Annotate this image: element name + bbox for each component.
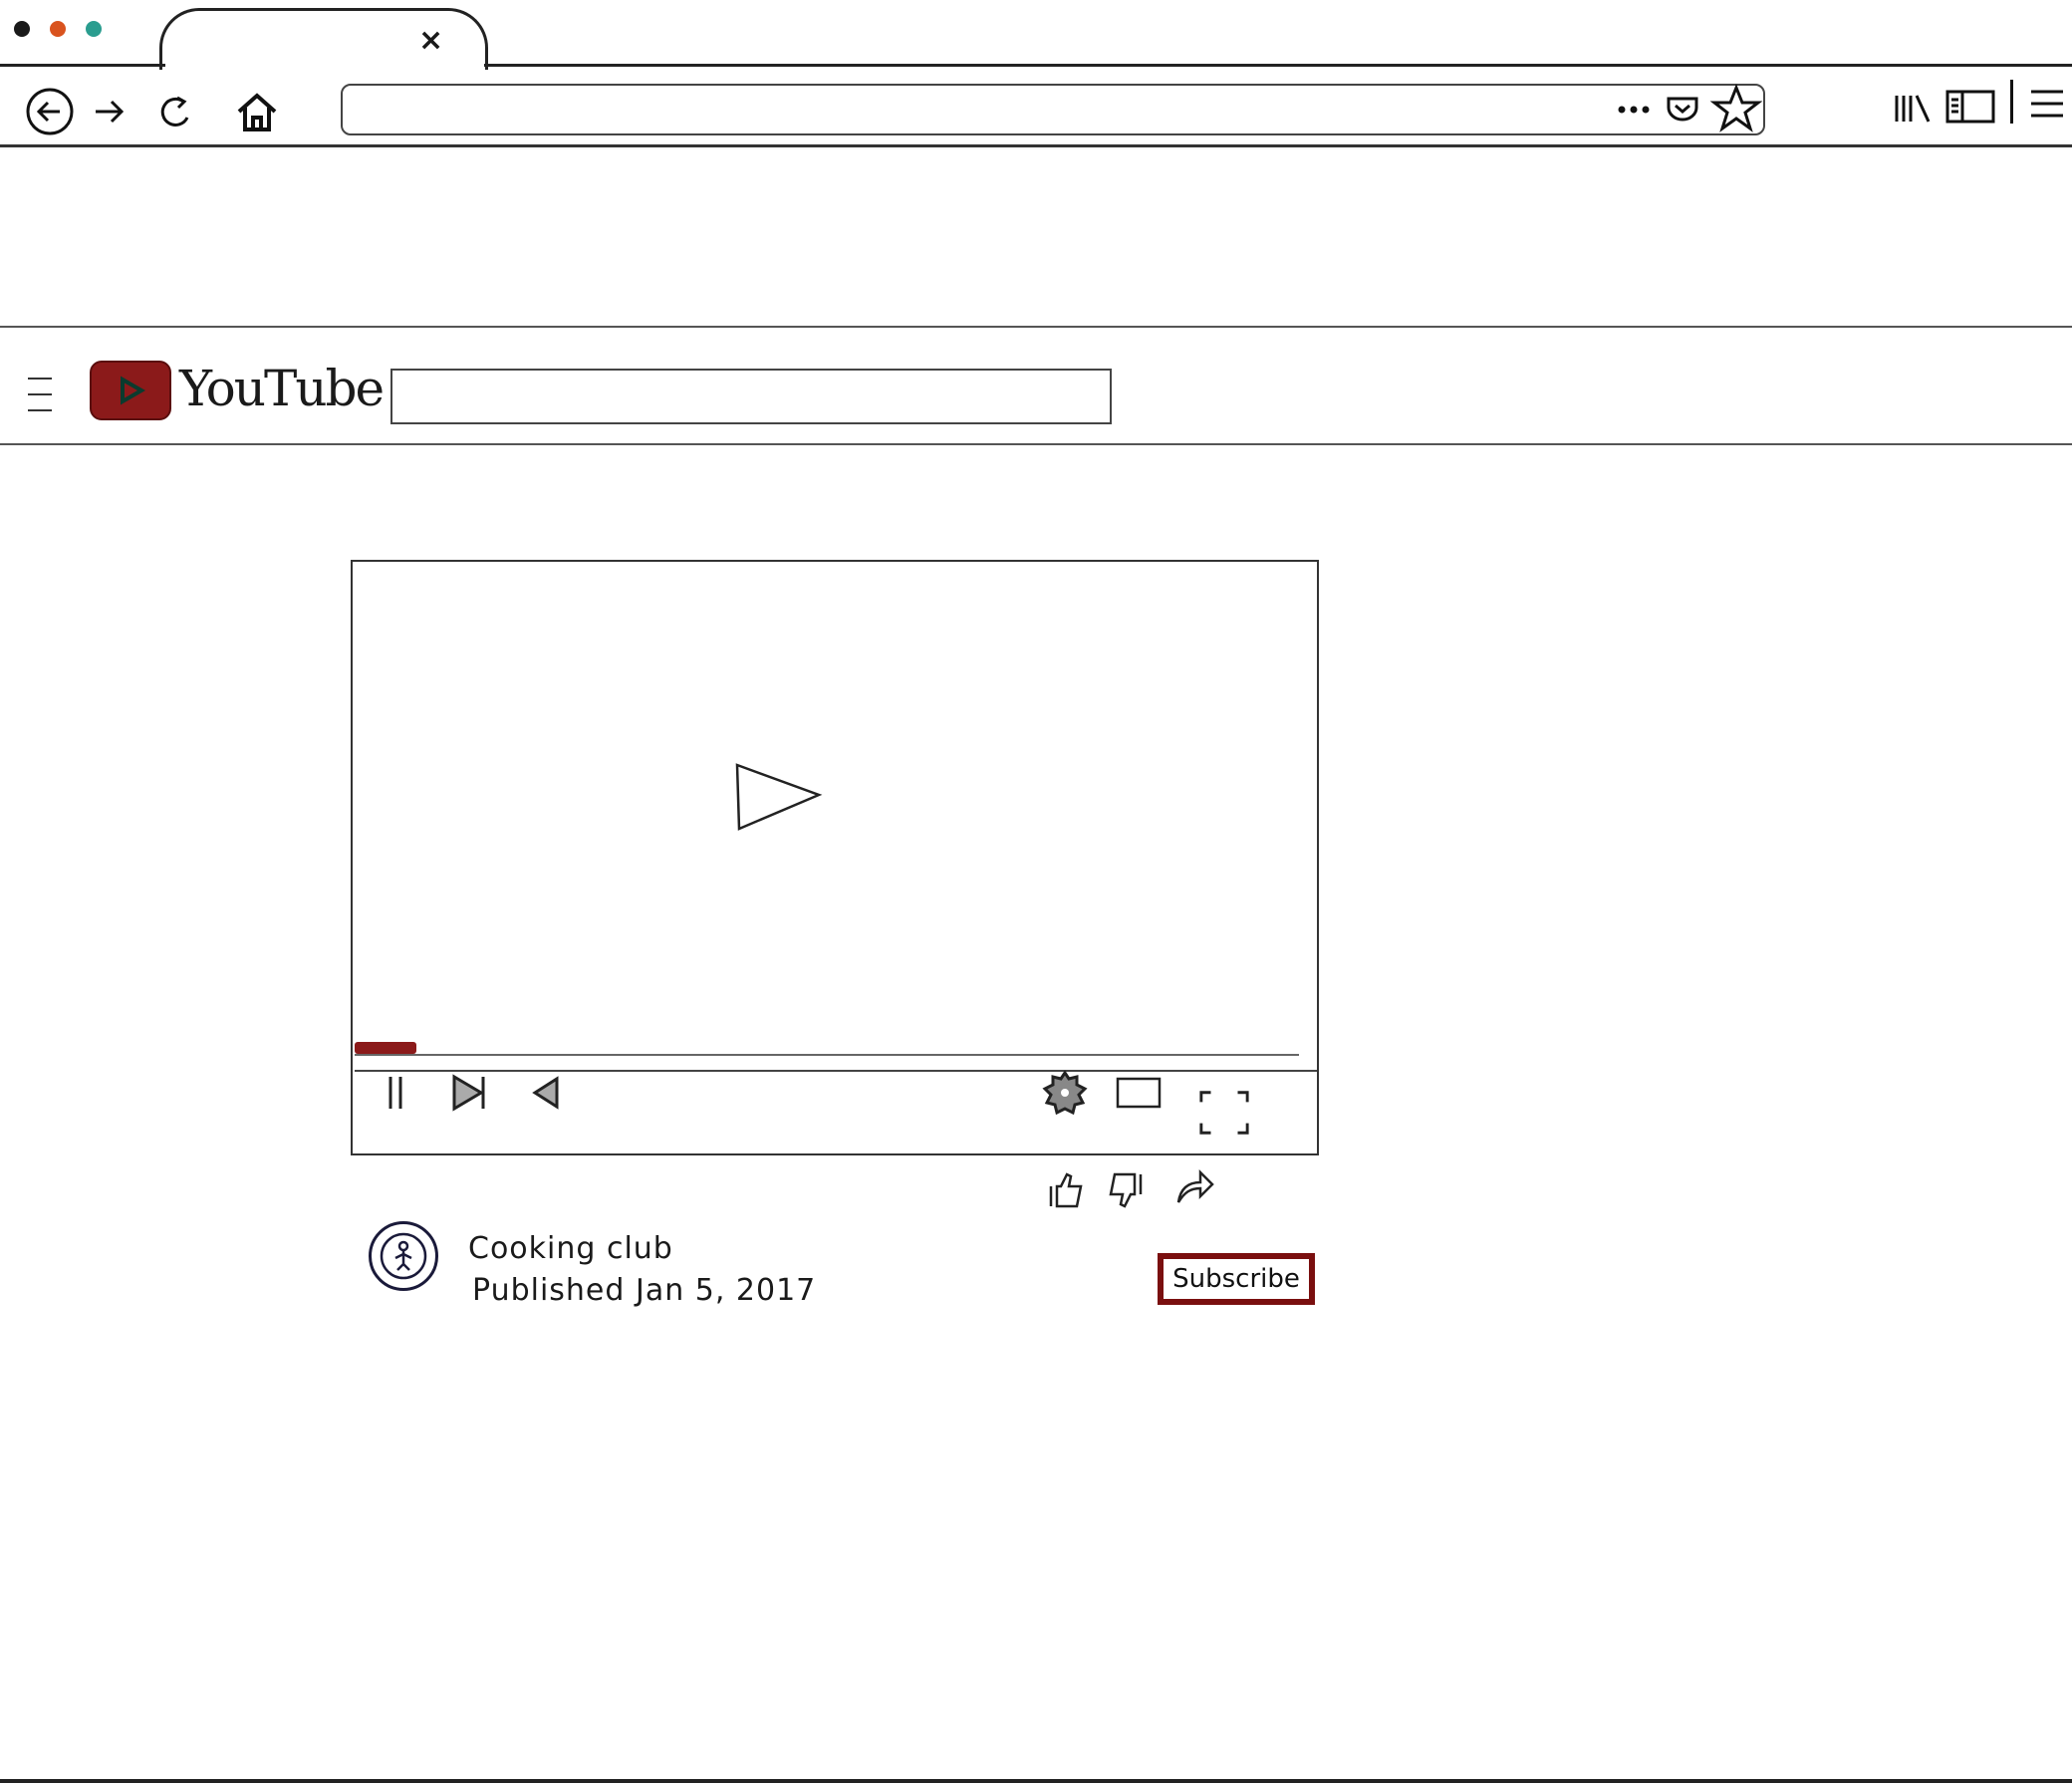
progress-track[interactable] — [355, 1054, 1299, 1056]
pause-icon[interactable] — [369, 1066, 422, 1120]
bookmark-star-icon[interactable] — [1709, 83, 1763, 137]
progress-bar-fill — [355, 1042, 416, 1054]
dislike-icon[interactable] — [1100, 1165, 1150, 1215]
share-icon[interactable] — [1169, 1161, 1219, 1211]
header-bottom-border — [0, 443, 2072, 445]
toolbar-bottom-border — [0, 144, 2072, 147]
play-icon[interactable] — [733, 759, 823, 837]
page-bottom-edge — [0, 1779, 2072, 1783]
like-icon[interactable] — [1042, 1165, 1092, 1215]
tab-close-icon[interactable]: × — [418, 26, 443, 56]
tab-strip-divider — [0, 64, 165, 67]
library-icon[interactable] — [1893, 92, 1933, 129]
channel-avatar[interactable] — [369, 1221, 438, 1291]
reload-icon[interactable] — [149, 86, 201, 137]
youtube-logo-icon[interactable] — [90, 361, 171, 420]
maximize-window-dot[interactable] — [86, 21, 102, 37]
hamburger-menu-icon[interactable] — [24, 373, 56, 420]
volume-icon[interactable] — [522, 1066, 576, 1120]
tab-strip-divider — [484, 64, 2072, 67]
home-icon[interactable] — [231, 86, 283, 137]
minimize-window-dot[interactable] — [50, 21, 66, 37]
subscribe-button[interactable]: Subscribe — [1158, 1253, 1315, 1305]
theater-mode-icon[interactable] — [1112, 1066, 1166, 1120]
settings-gear-icon[interactable] — [1038, 1066, 1092, 1120]
page-actions-icon[interactable] — [1616, 96, 1660, 128]
publish-date: Published Jan 5, 2017 — [472, 1273, 817, 1308]
search-input[interactable] — [390, 369, 1112, 424]
forward-icon[interactable] — [84, 86, 135, 137]
youtube-wordmark[interactable]: YouTube — [179, 359, 385, 418]
address-bar[interactable] — [341, 84, 1765, 135]
controls-divider — [355, 1070, 1317, 1072]
back-icon[interactable] — [24, 86, 76, 137]
next-icon[interactable] — [442, 1066, 496, 1120]
pocket-icon[interactable] — [1666, 94, 1699, 128]
menu-icon[interactable] — [2028, 86, 2066, 126]
channel-name[interactable]: Cooking club — [468, 1231, 673, 1266]
close-window-dot[interactable] — [14, 21, 30, 37]
header-top-border — [0, 326, 2072, 328]
sidebar-icon[interactable] — [1944, 88, 1996, 129]
fullscreen-icon[interactable] — [1197, 1086, 1251, 1140]
toolbar-divider — [2010, 80, 2013, 124]
